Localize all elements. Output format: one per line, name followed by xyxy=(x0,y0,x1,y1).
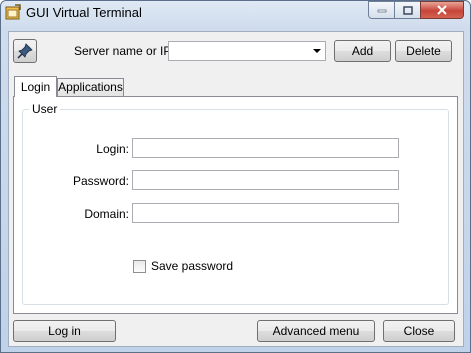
server-label: Server name or IP: xyxy=(74,44,175,58)
tab-applications[interactable]: Applications xyxy=(57,78,124,96)
login-tab-panel: User Login: Password: Domain: Save passw… xyxy=(13,96,458,314)
maximize-icon xyxy=(402,5,413,15)
window-title: GUI Virtual Terminal xyxy=(26,5,142,20)
log-in-button[interactable]: Log in xyxy=(13,320,116,342)
chevron-down-icon[interactable] xyxy=(313,49,321,53)
close-window-button[interactable] xyxy=(420,1,464,19)
user-group: User Login: Password: Domain: Save passw… xyxy=(22,102,449,305)
domain-label: Domain: xyxy=(84,207,129,221)
domain-field[interactable] xyxy=(132,203,399,223)
login-field[interactable] xyxy=(132,138,399,158)
login-label: Login: xyxy=(96,142,129,156)
close-button[interactable]: Close xyxy=(383,320,455,342)
add-button[interactable]: Add xyxy=(334,40,391,62)
save-password-label[interactable]: Save password xyxy=(151,259,233,273)
user-group-title: User xyxy=(29,102,61,116)
advanced-menu-button[interactable]: Advanced menu xyxy=(257,320,375,342)
save-password-checkbox[interactable] xyxy=(133,260,146,273)
app-icon xyxy=(5,4,21,20)
password-field[interactable] xyxy=(132,170,399,190)
password-label: Password: xyxy=(72,174,129,188)
close-icon xyxy=(437,5,447,15)
minimize-button[interactable] xyxy=(368,1,395,19)
app-window: GUI Virtual Terminal Server name or IP: … xyxy=(0,0,471,353)
tab-login[interactable]: Login xyxy=(14,76,57,97)
minimize-icon xyxy=(377,9,386,13)
server-combobox[interactable] xyxy=(168,41,326,61)
pin-icon xyxy=(17,43,33,59)
title-bar[interactable]: GUI Virtual Terminal xyxy=(1,1,470,25)
maximize-button[interactable] xyxy=(394,1,421,19)
delete-button[interactable]: Delete xyxy=(395,40,452,62)
dialog-body: Server name or IP: Add Delete Login Appl… xyxy=(8,31,464,347)
pin-button[interactable] xyxy=(13,39,37,63)
